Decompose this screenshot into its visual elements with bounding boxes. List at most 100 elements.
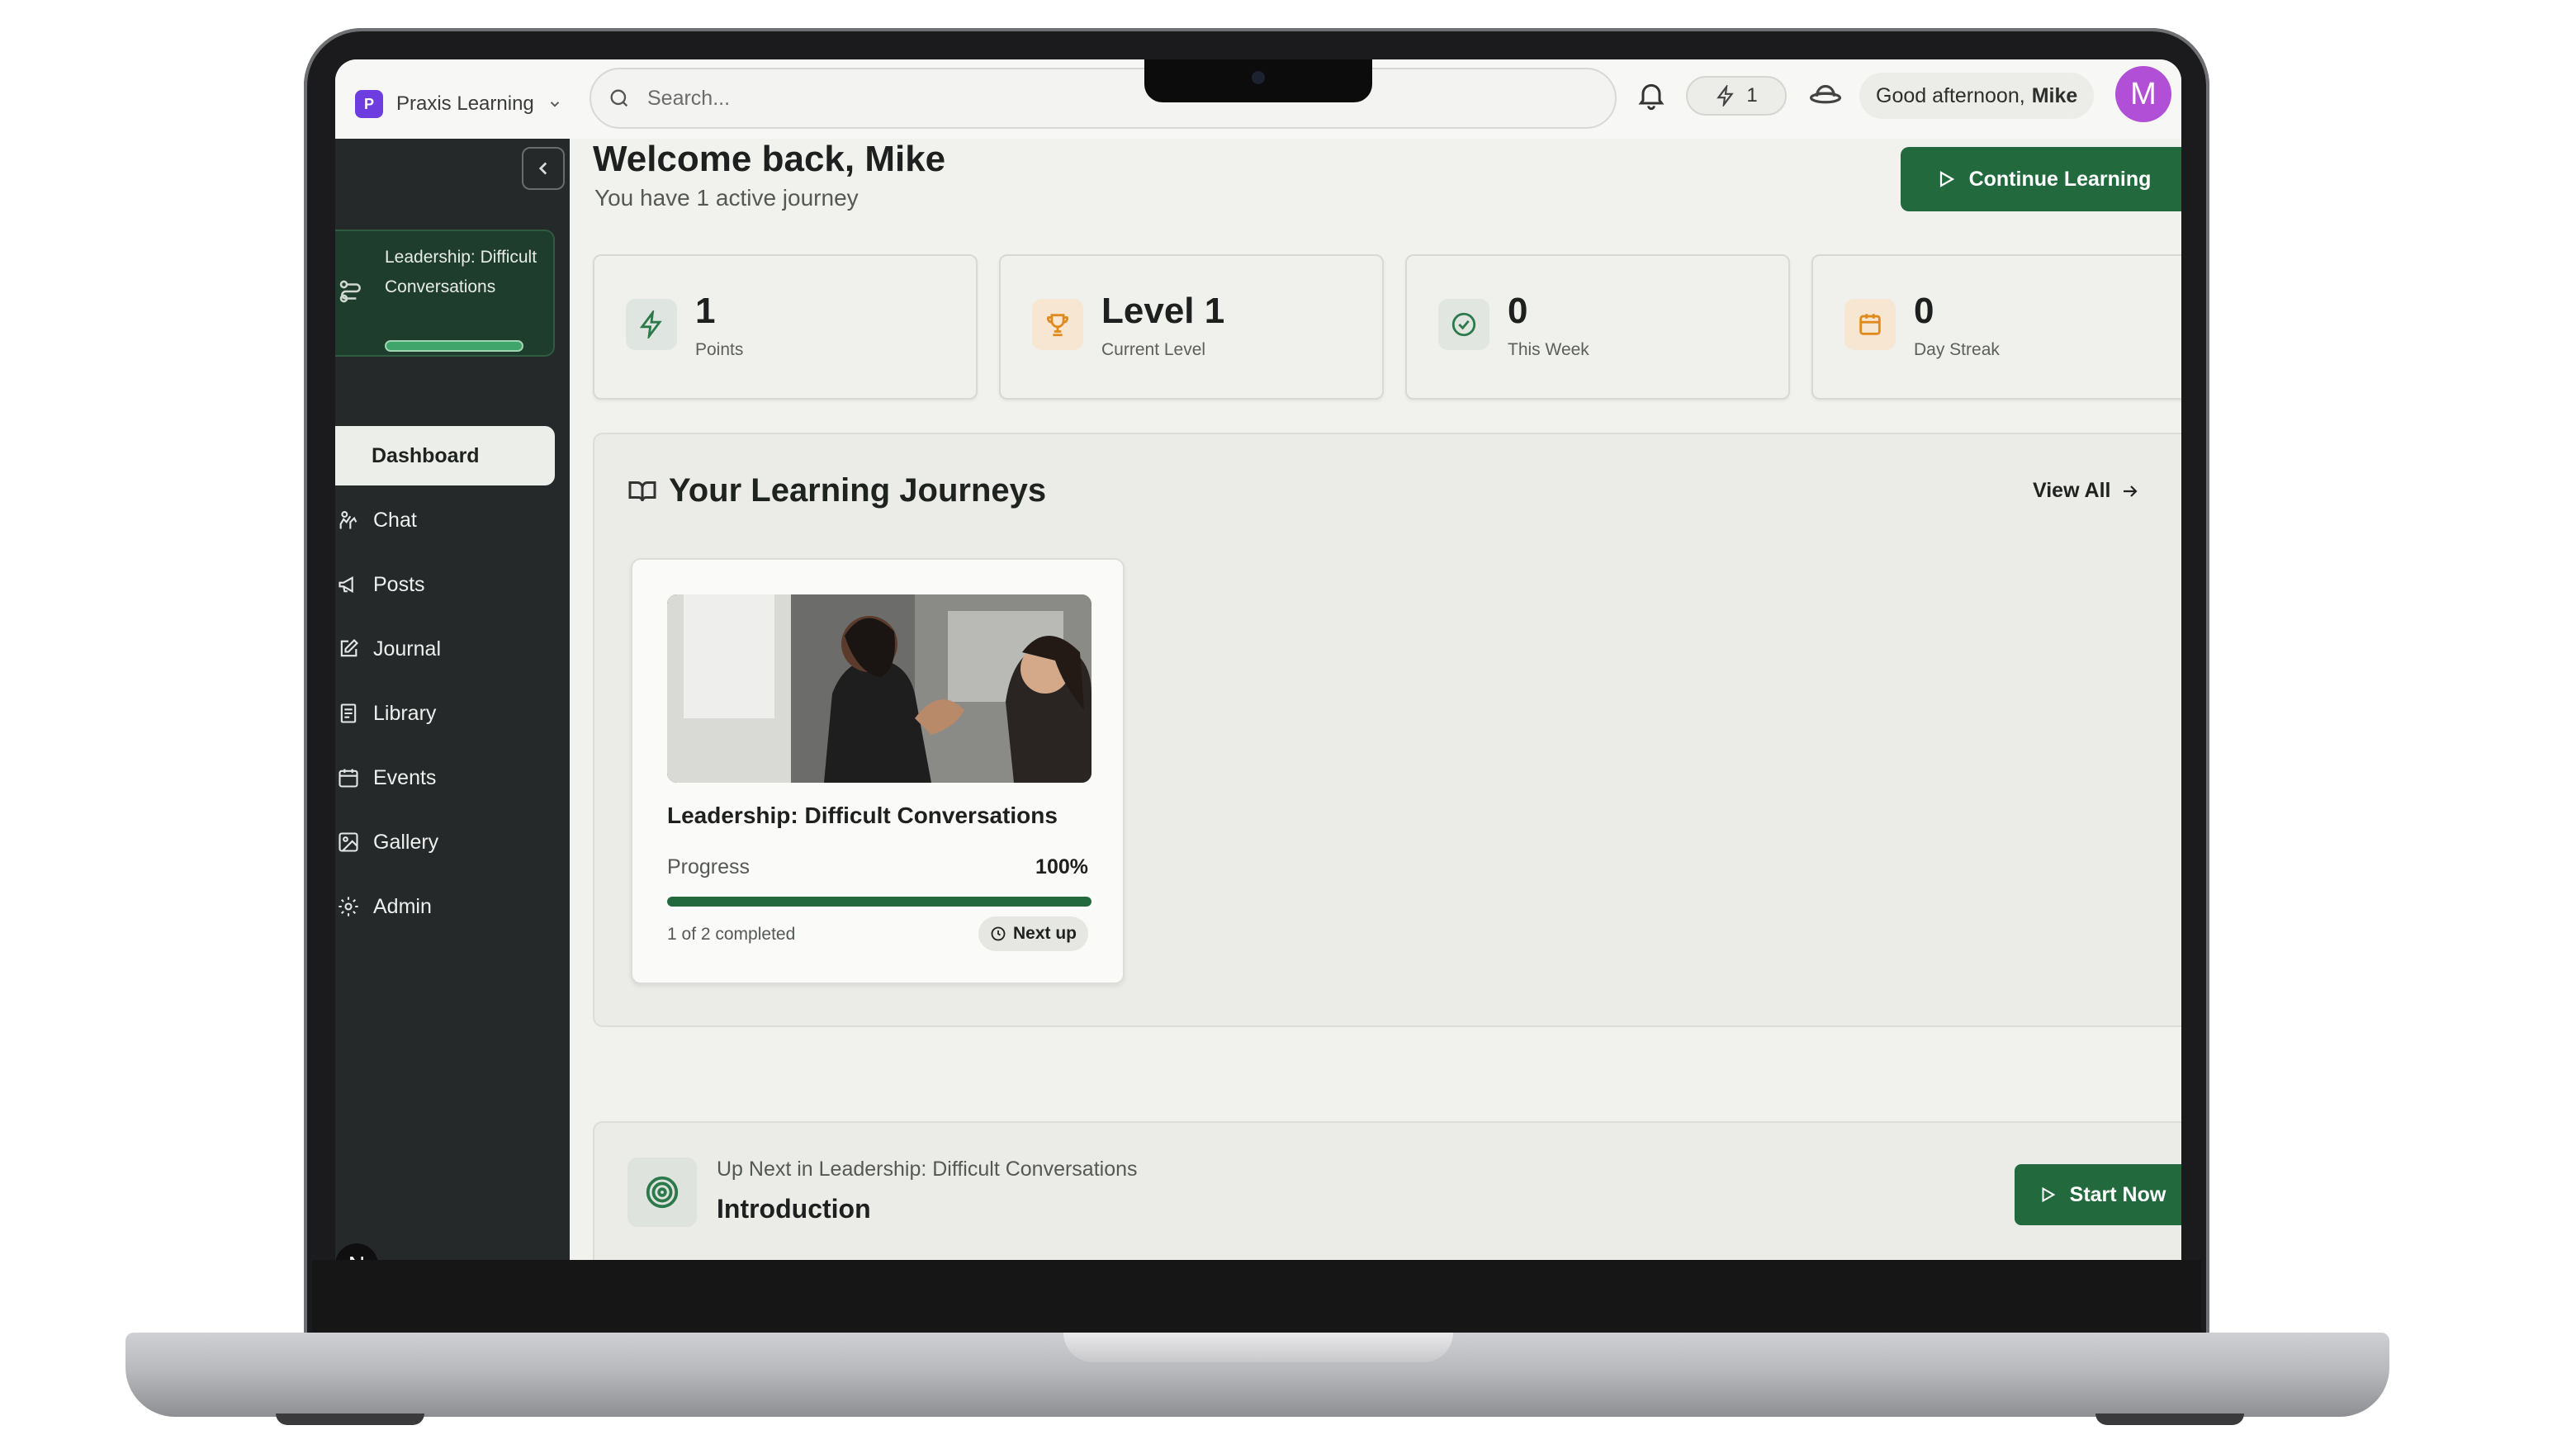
sidebar-item-label: Journal bbox=[373, 637, 441, 661]
hat-icon bbox=[1809, 84, 1842, 104]
sidebar-item-label: Posts bbox=[373, 572, 425, 596]
edit-icon bbox=[337, 637, 360, 661]
continue-learning-button[interactable]: Continue Learning bbox=[1901, 147, 2181, 211]
stat-card-points: 1 Points bbox=[593, 254, 978, 400]
progress-value: 100% bbox=[1035, 855, 1088, 878]
stat-card-level: Level 1 Current Level bbox=[999, 254, 1384, 400]
laptop-hinge-notch bbox=[1063, 1333, 1453, 1362]
greeting: Good afternoon, Mike bbox=[1859, 73, 2095, 119]
sidebar-item-events[interactable]: Events bbox=[335, 748, 555, 807]
progress-bar-fill bbox=[667, 897, 1091, 907]
collapse-sidebar-button[interactable] bbox=[522, 147, 565, 190]
sidebar-item-library[interactable]: Library bbox=[335, 684, 555, 743]
notifications-button[interactable] bbox=[1635, 78, 1668, 116]
trophy-icon bbox=[1032, 299, 1083, 350]
stat-card-this-week: 0 This Week bbox=[1405, 254, 1790, 400]
chevron-down-icon bbox=[550, 102, 559, 107]
page-title: Welcome back, Mike bbox=[593, 139, 946, 179]
chat-icon bbox=[337, 509, 360, 532]
org-switcher[interactable]: P Praxis Learning bbox=[355, 81, 562, 127]
learning-journeys-section: Your Learning Journeys View All Leadersh… bbox=[593, 433, 2181, 1027]
stat-label: Points bbox=[695, 340, 744, 359]
sidebar-item-label: Dashboard bbox=[372, 443, 480, 467]
app-screen: P Praxis Learning 1 Good afternoon, Mike… bbox=[335, 59, 2181, 1260]
check-circle-icon bbox=[1438, 299, 1489, 350]
org-logo: P bbox=[355, 90, 383, 118]
view-all-label: View All bbox=[2033, 479, 2111, 502]
calendar-icon bbox=[1844, 299, 1896, 350]
start-now-label: Start Now bbox=[2069, 1182, 2166, 1206]
stat-card-day-streak: 0 Day Streak bbox=[1811, 254, 2181, 400]
megaphone-icon bbox=[337, 573, 360, 596]
points-badge[interactable]: 1 bbox=[1686, 76, 1787, 116]
course-card[interactable]: Leadership: Difficult Conversations Prog… bbox=[631, 558, 1125, 984]
play-icon bbox=[2042, 1186, 2056, 1203]
page-subtitle: You have 1 active journey bbox=[594, 185, 859, 211]
stat-label: Current Level bbox=[1101, 340, 1206, 359]
bell-icon bbox=[1638, 83, 1664, 111]
sidebar-item-dashboard[interactable]: Dashboard bbox=[335, 426, 555, 485]
stat-value: 0 bbox=[1508, 291, 1528, 331]
continue-learning-label: Continue Learning bbox=[1968, 167, 2152, 191]
avatar[interactable]: M bbox=[2115, 66, 2171, 122]
sidebar-journey-title: Leadership: Difficult Conversations bbox=[385, 248, 537, 296]
next-up-label: Next up bbox=[1012, 924, 1077, 943]
sidebar-item-gallery[interactable]: Gallery bbox=[335, 812, 555, 872]
lightning-icon bbox=[1717, 85, 1735, 107]
progress-label: Progress bbox=[667, 855, 751, 878]
main-content: Welcome back, Mike You have 1 active jou… bbox=[570, 139, 2181, 1260]
sidebar-item-admin[interactable]: Admin bbox=[335, 877, 555, 936]
sidebar-item-label: Chat bbox=[373, 508, 417, 532]
section-title: Your Learning Journeys bbox=[627, 472, 1046, 509]
sidebar-item-chat[interactable]: Chat bbox=[335, 490, 555, 550]
points-badge-value: 1 bbox=[1746, 84, 1758, 107]
route-icon bbox=[337, 277, 365, 310]
laptop-chin bbox=[312, 1260, 2201, 1334]
progress-bar bbox=[667, 897, 1091, 907]
clock-icon bbox=[991, 926, 1006, 941]
camera-notch bbox=[1144, 59, 1372, 102]
greeting-name: Mike bbox=[2031, 83, 2078, 107]
sidebar-journey-progress bbox=[385, 340, 523, 352]
search-bar[interactable] bbox=[590, 68, 1617, 129]
sidebar-active-journey[interactable]: Leadership: Difficult Conversations bbox=[335, 230, 555, 357]
calendar-icon bbox=[337, 766, 360, 789]
stat-value: 1 bbox=[695, 291, 716, 331]
view-all-link[interactable]: View All bbox=[2033, 479, 2140, 503]
stat-label: Day Streak bbox=[1914, 340, 2000, 359]
search-icon bbox=[610, 89, 628, 107]
section-title-text: Your Learning Journeys bbox=[669, 472, 1047, 509]
course-image bbox=[667, 594, 1091, 783]
camera-icon bbox=[1252, 71, 1265, 84]
org-name: Praxis Learning bbox=[396, 92, 534, 115]
lightning-icon bbox=[626, 299, 677, 350]
stat-value: 0 bbox=[1914, 291, 1934, 331]
image-icon bbox=[337, 831, 360, 854]
book-icon bbox=[337, 702, 360, 725]
open-book-icon bbox=[628, 481, 656, 501]
sidebar-item-label: Admin bbox=[373, 894, 432, 918]
chevron-left-icon bbox=[538, 162, 547, 175]
sidebar-item-label: Library bbox=[373, 701, 437, 725]
course-title: Leadership: Difficult Conversations bbox=[667, 803, 1058, 828]
gear-icon bbox=[337, 895, 360, 918]
sidebar-item-label: Gallery bbox=[373, 830, 439, 854]
stat-value: Level 1 bbox=[1101, 291, 1225, 331]
greeting-prefix: Good afternoon, bbox=[1876, 83, 2025, 107]
sidebar-item-label: Events bbox=[373, 765, 437, 789]
weather-icon-button[interactable] bbox=[1807, 78, 1844, 116]
sidebar: Leadership: Difficult Conversations Dash… bbox=[335, 139, 570, 1260]
target-icon bbox=[627, 1158, 697, 1227]
play-icon bbox=[1939, 171, 1954, 187]
up-next-card: Up Next in Leadership: Difficult Convers… bbox=[593, 1121, 2181, 1260]
stat-label: This Week bbox=[1508, 340, 1589, 359]
laptop-foot-right bbox=[2095, 1413, 2244, 1425]
start-now-button[interactable]: Start Now bbox=[2015, 1164, 2181, 1225]
completed-count: 1 of 2 completed bbox=[667, 925, 796, 944]
arrow-right-icon bbox=[2124, 485, 2138, 497]
framework-badge[interactable]: N bbox=[335, 1243, 378, 1260]
up-next-title: Introduction bbox=[717, 1194, 871, 1224]
laptop-foot-left bbox=[276, 1413, 424, 1425]
sidebar-item-journal[interactable]: Journal bbox=[335, 619, 555, 679]
sidebar-item-posts[interactable]: Posts bbox=[335, 555, 555, 614]
